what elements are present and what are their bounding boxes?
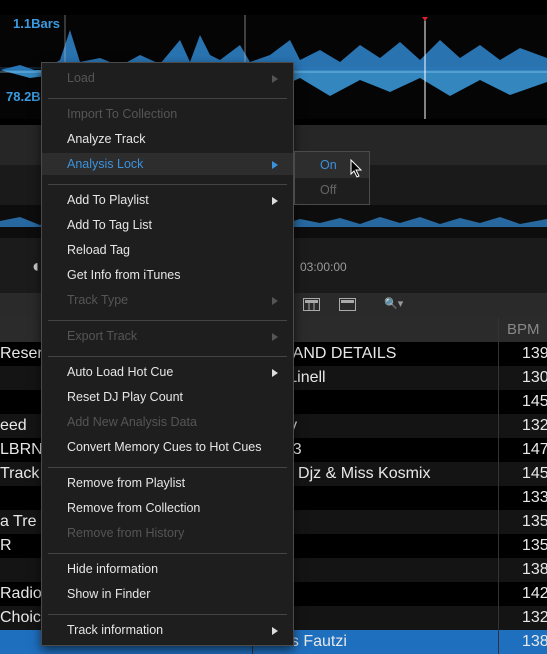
submenu-item-on-label: On: [320, 158, 337, 172]
menu-item-track-type: Track Type: [42, 289, 293, 311]
menu-item-label: Analysis Lock: [67, 157, 144, 171]
menu-item-auto-load-hot-cue[interactable]: Auto Load Hot Cue: [42, 361, 293, 383]
submenu-item-off-label: Off: [320, 183, 337, 197]
chevron-right-icon: [272, 297, 278, 305]
mouse-cursor-icon: [350, 159, 363, 178]
menu-item-label: Convert Memory Cues to Hot Cues: [67, 440, 262, 454]
menu-separator: [48, 184, 287, 185]
menu-item-label: Reload Tag: [67, 243, 131, 257]
menu-item-load: Load: [42, 67, 293, 89]
cell-bpm: 133: [522, 489, 547, 506]
bars-counter-secondary: 78.2B: [6, 89, 41, 104]
menu-item-label: Remove from Playlist: [67, 476, 186, 490]
menu-item-label: Track Type: [67, 293, 129, 307]
menu-item-label: Remove from History: [67, 526, 185, 540]
menu-separator: [48, 98, 287, 99]
track-time: 03:00:00: [300, 260, 347, 274]
menu-item-hide-information[interactable]: Hide information: [42, 558, 293, 580]
menu-item-add-new-analysis-data: Add New Analysis Data: [42, 411, 293, 433]
cell-bpm: 130: [522, 369, 547, 386]
menu-item-label: Remove from Collection: [67, 501, 201, 515]
menu-item-label: Reset DJ Play Count: [67, 390, 184, 404]
menu-item-show-in-finder[interactable]: Show in Finder: [42, 583, 293, 605]
menu-item-label: Add To Playlist: [67, 193, 149, 207]
list-view-icon[interactable]: [339, 298, 356, 311]
menu-item-remove-from-collection[interactable]: Remove from Collection: [42, 497, 293, 519]
menu-item-analyze-track[interactable]: Analyze Track: [42, 128, 293, 150]
menu-item-label: Auto Load Hot Cue: [67, 365, 174, 379]
bars-counter: 1.1Bars: [13, 16, 60, 31]
cell-title: LBRN: [0, 441, 43, 458]
cell-bpm: 135: [522, 513, 547, 530]
chevron-right-icon: [272, 75, 278, 83]
cell-bpm: 135: [522, 537, 547, 554]
menu-item-add-to-playlist[interactable]: Add To Playlist: [42, 189, 293, 211]
menu-item-track-information[interactable]: Track information: [42, 619, 293, 641]
cell-bpm: 132: [522, 609, 547, 626]
cell-title: Track: [0, 465, 40, 482]
menu-item-label: Add To Tag List: [67, 218, 153, 232]
menu-separator: [48, 320, 287, 321]
cell-bpm: 138: [522, 561, 547, 578]
menu-separator: [48, 467, 287, 468]
menu-item-label: Import To Collection: [67, 107, 178, 121]
menu-item-import-to-collection: Import To Collection: [42, 103, 293, 125]
menu-separator: [48, 356, 287, 357]
cell-bpm: 132: [522, 417, 547, 434]
cell-bpm: 138: [522, 633, 547, 650]
column-header-bpm-label: BPM: [507, 321, 540, 338]
cell-bpm: 147: [522, 441, 547, 458]
menu-item-get-info-from-itunes[interactable]: Get Info from iTunes: [42, 264, 293, 286]
chevron-right-icon: [272, 369, 278, 377]
context-menu: Load Import To Collection Analyze Track Ana…: [41, 62, 294, 646]
menu-item-label: Get Info from iTunes: [67, 268, 181, 282]
column-divider: [498, 318, 499, 654]
jog-indicator-icon: ◖: [30, 256, 41, 276]
menu-item-convert-memory-cues-to-hot-cues[interactable]: Convert Memory Cues to Hot Cues: [42, 436, 293, 458]
cell-bpm: 139: [522, 345, 547, 362]
cell-bpm: 145: [522, 465, 547, 482]
menu-item-reset-dj-play-count[interactable]: Reset DJ Play Count: [42, 386, 293, 408]
cell-bpm: 142: [522, 585, 547, 602]
chevron-right-icon: [272, 161, 278, 169]
menu-separator: [48, 614, 287, 615]
cell-bpm: 145: [522, 393, 547, 410]
menu-item-export-track: Export Track: [42, 325, 293, 347]
menu-item-remove-from-history: Remove from History: [42, 522, 293, 544]
menu-item-add-to-tag-list[interactable]: Add To Tag List: [42, 214, 293, 236]
menu-item-label: Hide information: [67, 562, 159, 576]
menu-item-label: Track information: [67, 623, 164, 637]
menu-item-label: Export Track: [67, 329, 138, 343]
cell-title: Choic: [0, 609, 41, 626]
chevron-right-icon: [272, 197, 278, 205]
chevron-right-icon: [272, 333, 278, 341]
menu-item-label: Add New Analysis Data: [67, 415, 197, 429]
menu-item-analysis-lock[interactable]: Analysis Lock: [42, 153, 293, 175]
menu-item-label: Analyze Track: [67, 132, 146, 146]
cell-title: Radio: [0, 585, 42, 602]
column-header-bpm[interactable]: BPM: [498, 318, 547, 342]
cell-title: a Tre: [0, 513, 37, 530]
menu-separator: [48, 553, 287, 554]
menu-item-remove-from-playlist[interactable]: Remove from Playlist: [42, 472, 293, 494]
search-icon[interactable]: 🔍▾: [384, 297, 403, 310]
grid-view-icon[interactable]: [303, 298, 320, 311]
menu-item-label: Show in Finder: [67, 587, 151, 601]
menu-item-label: Load: [67, 71, 95, 85]
menu-item-reload-tag[interactable]: Reload Tag: [42, 239, 293, 261]
cell-title: R: [0, 537, 12, 554]
cell-title: eed: [0, 417, 27, 434]
chevron-right-icon: [272, 627, 278, 635]
